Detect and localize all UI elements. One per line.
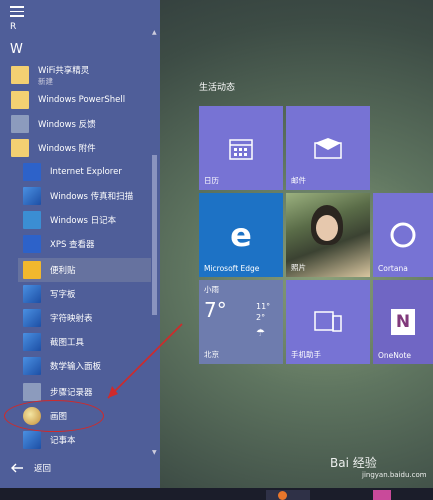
internet-explorer-icon (23, 163, 41, 181)
taskbar (0, 488, 433, 500)
edge-icon: e (230, 216, 252, 254)
app-label: 写字板 (50, 290, 76, 300)
app-label: 便利贴 (50, 266, 76, 276)
tile-mail[interactable]: 邮件 (286, 106, 370, 190)
tile-calendar[interactable]: 日历 (199, 106, 283, 190)
app-label: Internet Explorer (50, 167, 122, 177)
app-label: Windows 附件 (38, 144, 96, 154)
tile-label: OneNote (378, 351, 412, 360)
tile-label: 北京 (204, 350, 219, 359)
hamburger-icon[interactable] (10, 6, 24, 17)
watermark-url: jingyan.baidu.com (362, 471, 427, 479)
scrollbar-thumb[interactable] (152, 155, 157, 315)
section-letter-r[interactable]: R (10, 22, 16, 32)
math-input-icon (23, 357, 41, 375)
back-label: 返回 (34, 464, 52, 474)
app-windows-feedback[interactable]: Windows 反馈 (6, 112, 151, 136)
notepad-icon (23, 431, 41, 449)
weather-low: 2° (256, 313, 266, 322)
folder-windows-accessories[interactable]: Windows 附件 (6, 136, 151, 160)
app-label: Windows 日记本 (50, 216, 117, 226)
folder-icon (11, 91, 29, 109)
photo-face (316, 215, 338, 241)
tile-microsoft-edge[interactable]: e Microsoft Edge (199, 193, 283, 277)
tile-onenote[interactable]: N OneNote (373, 280, 433, 364)
section-letter-w[interactable]: W (10, 42, 23, 57)
envelope-icon (314, 138, 342, 159)
app-wordpad[interactable]: 写字板 (18, 282, 151, 306)
journal-icon (23, 211, 41, 229)
taskbar-app-button-2[interactable] (373, 490, 391, 500)
app-fax-scan[interactable]: Windows 传真和扫描 (18, 184, 151, 208)
folder-icon (11, 139, 29, 157)
app-label: WiFi共享精灵 (38, 65, 90, 76)
tile-group-title: 生活动态 (199, 83, 236, 93)
annotation-arrow (107, 323, 183, 399)
onenote-icon: N (391, 309, 415, 335)
app-powershell[interactable]: Windows PowerShell (6, 88, 151, 112)
browser-icon (278, 491, 287, 500)
tile-cortana[interactable]: Cortana (373, 193, 433, 277)
phone-companion-icon (314, 311, 342, 332)
baidu-watermark: Bai 经验 jingyan.baidu.com (330, 454, 427, 479)
calendar-icon (229, 139, 253, 160)
character-map-icon (23, 309, 41, 327)
feedback-icon (11, 115, 29, 133)
tile-label: 日历 (204, 176, 219, 185)
app-sticky-notes[interactable]: 便利贴 (18, 258, 151, 282)
app-label: 字符映射表 (50, 314, 93, 324)
scroll-up-icon[interactable]: ▲ (152, 30, 157, 36)
scroll-down-icon[interactable]: ▼ (152, 450, 157, 456)
cortana-icon (390, 222, 416, 248)
folder-icon (11, 66, 29, 84)
app-label: 数学输入面板 (50, 362, 102, 372)
app-journal[interactable]: Windows 日记本 (18, 208, 151, 232)
sticky-notes-icon (23, 261, 41, 279)
app-internet-explorer[interactable]: Internet Explorer (18, 160, 151, 184)
weather-temp: 7° (204, 298, 227, 322)
tile-photos[interactable]: 照片 (286, 193, 370, 277)
app-label: Windows 传真和扫描 (50, 192, 134, 202)
app-notepad[interactable]: 记事本 (18, 428, 151, 452)
app-label: 步骤记录器 (50, 388, 93, 398)
app-label: Windows 反馈 (38, 120, 96, 130)
rain-cloud-icon: ☂ (256, 328, 265, 339)
tile-weather[interactable]: 小雨 7° 11° 2° ☂ 北京 (199, 280, 283, 364)
tile-label: Cortana (378, 264, 408, 273)
tile-label: 邮件 (291, 176, 306, 185)
watermark-main: Bai 经验 (330, 456, 377, 470)
xps-icon (23, 235, 41, 253)
back-arrow-icon (11, 463, 23, 473)
annotation-circle (4, 400, 104, 432)
wordpad-icon (23, 285, 41, 303)
tile-label: 手机助手 (291, 350, 321, 359)
back-button[interactable]: 返回 (10, 462, 51, 474)
new-badge: 新建 (38, 76, 53, 86)
fax-icon (23, 187, 41, 205)
app-label: Windows PowerShell (38, 95, 126, 105)
app-xps-viewer[interactable]: XPS 查看器 (18, 232, 151, 256)
app-label: 截图工具 (50, 338, 85, 348)
app-label: 记事本 (50, 436, 76, 446)
weather-high: 11° (256, 302, 271, 311)
app-wifi-share[interactable]: WiFi共享精灵 新建 (6, 62, 151, 88)
tile-label: Microsoft Edge (204, 264, 260, 273)
taskbar-app-button[interactable] (266, 490, 310, 500)
weather-condition: 小雨 (204, 285, 219, 294)
tile-label: 照片 (291, 263, 306, 272)
steps-recorder-icon (23, 383, 41, 401)
tile-phone-companion[interactable]: 手机助手 (286, 280, 370, 364)
scissors-icon (23, 333, 41, 351)
app-label: XPS 查看器 (50, 240, 95, 250)
